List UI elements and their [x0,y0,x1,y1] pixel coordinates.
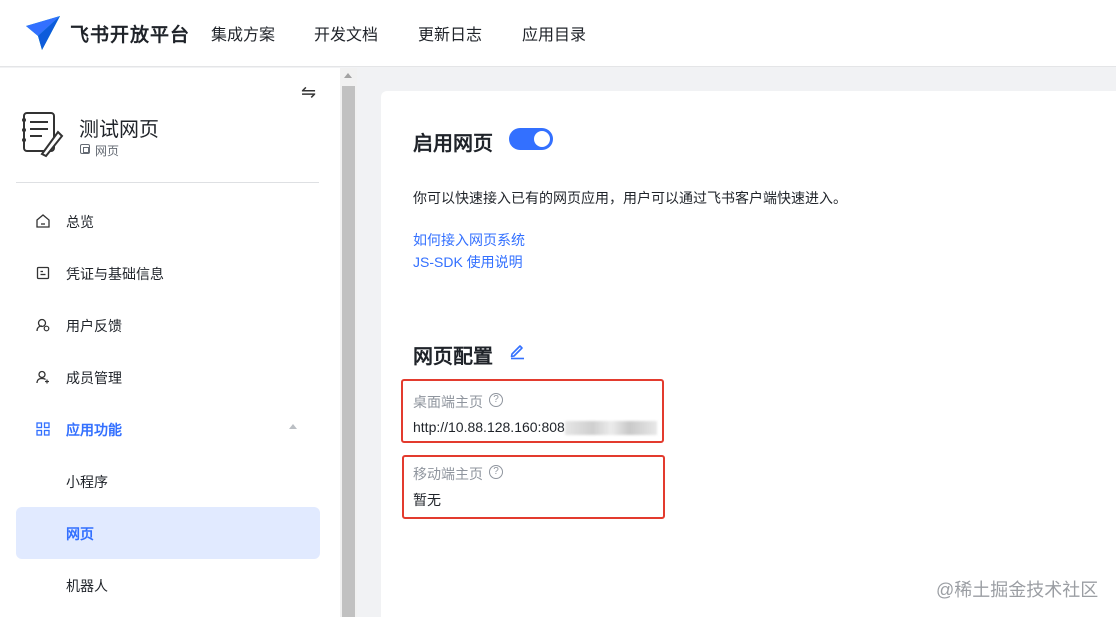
desktop-homepage-value: http://10.88.128.160:808 [413,419,565,435]
sidebar-item-label: 成员管理 [66,370,122,386]
member-icon [36,370,49,384]
sidebar-item-app-features[interactable]: 应用功能 [16,403,320,455]
app-name: 测试网页 [79,119,159,141]
jssdk-docs-link[interactable]: JS-SDK 使用说明 [413,252,523,272]
sidebar-item-label: 凭证与基础信息 [66,266,164,282]
app-notebook-icon [22,112,64,158]
watermark: @稀土掘金技术社区 [936,580,1099,600]
sidebar-subitem-label: 网页 [66,526,94,542]
sidebar-item-feedback[interactable]: 用户反馈 [16,299,320,351]
sidebar-subitem-bot[interactable]: 机器人 [16,559,320,611]
enable-webpage-toggle[interactable] [509,128,553,150]
nav-integration[interactable]: 集成方案 [211,21,275,45]
enable-webpage-title: 启用网页 [413,133,493,155]
home-icon [36,214,50,228]
app-type-label: 网页 [95,144,120,158]
edit-pencil-icon[interactable] [508,342,526,360]
webpage-description: 你可以快速接入已有的网页应用，用户可以通过飞书客户端快速进入。 [413,190,847,206]
scroll-up-arrow-icon[interactable] [344,73,352,78]
nav-docs[interactable]: 开发文档 [314,21,378,45]
webpage-config-title: 网页配置 [413,346,493,368]
nav-app-directory[interactable]: 应用目录 [522,21,586,45]
help-question-icon[interactable]: ? [489,465,503,479]
feishu-logo-icon[interactable] [24,14,62,52]
sidebar-item-overview[interactable]: 总览 [16,195,320,247]
sidebar-item-label: 应用功能 [66,422,122,438]
sidebar-item-label: 总览 [66,214,94,230]
sidebar-subitem-miniprogram[interactable]: 小程序 [16,455,320,507]
sidebar-subitem-webpage[interactable]: 网页 [16,507,320,559]
webpage-type-icon [80,144,90,154]
brand-name[interactable]: 飞书开放平台 [70,20,190,47]
collapse-sidebar-icon[interactable]: ⇋ [301,82,316,103]
sidebar-subitem-label: 小程序 [66,474,108,490]
sidebar-item-label: 用户反馈 [66,318,122,334]
grid-icon [36,422,50,436]
how-to-integrate-link[interactable]: 如何接入网页系统 [413,230,525,250]
sidebar-subitem-label: 机器人 [66,578,108,594]
redacted-url-blur [565,421,657,435]
sidebar-item-members[interactable]: 成员管理 [16,351,320,403]
sidebar-item-credentials[interactable]: 凭证与基础信息 [16,247,320,299]
mobile-homepage-label: 移动端主页 [413,466,483,482]
feedback-icon [36,318,50,332]
desktop-homepage-label: 桌面端主页 [413,394,483,410]
mobile-homepage-value: 暂无 [413,492,441,508]
help-question-icon[interactable]: ? [489,393,503,407]
credential-icon [36,266,50,280]
nav-changelog[interactable]: 更新日志 [418,21,482,45]
chevron-up-icon[interactable] [289,424,297,429]
top-header: 飞书开放平台 集成方案 开发文档 更新日志 应用目录 [0,0,1116,67]
sidebar-scrollbar-thumb[interactable] [342,86,355,617]
sidebar-divider [16,182,319,183]
